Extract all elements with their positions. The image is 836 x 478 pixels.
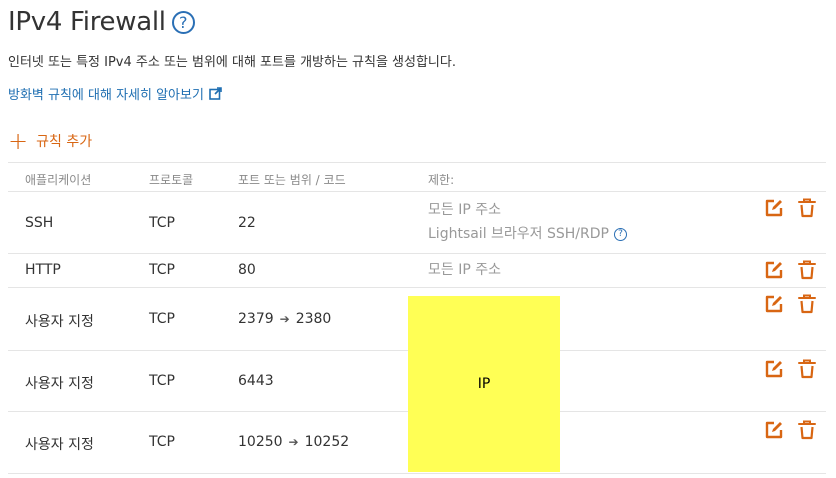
arrow-right-icon: ➔ — [288, 435, 299, 449]
port-cell: 6443 — [238, 373, 274, 389]
help-icon[interactable]: ? — [613, 227, 627, 241]
column-header-application: 애플리케이션 — [25, 173, 92, 187]
table-row: HTTP TCP 80 모든 IP 주소 — [8, 254, 826, 288]
column-header-protocol: 프로토콜 — [149, 173, 194, 187]
protocol-cell: TCP — [149, 311, 175, 327]
application-cell: 사용자 지정 — [25, 437, 94, 453]
row-actions — [764, 260, 817, 280]
page-header: IPv4 Firewall ? — [8, 4, 195, 40]
page-title: IPv4 Firewall — [8, 7, 166, 37]
redaction-label: IP — [477, 376, 491, 392]
port-cell: 22 — [238, 215, 256, 231]
trash-icon[interactable] — [797, 420, 817, 440]
application-cell: SSH — [25, 215, 54, 231]
protocol-cell: TCP — [149, 373, 175, 389]
page-description: 인터넷 또는 특정 IPv4 주소 또는 범위에 대해 포트를 개방하는 규칙을… — [8, 55, 456, 70]
learn-more-label[interactable]: 방화벽 규칙에 대해 자세히 알아보기 — [8, 84, 204, 103]
restrict-line: 모든 IP 주소 — [428, 202, 501, 218]
restrict-cell: 모든 IP 주소 — [428, 258, 501, 282]
protocol-cell: TCP — [149, 262, 175, 278]
application-cell: HTTP — [25, 262, 61, 278]
edit-icon[interactable] — [764, 420, 784, 440]
port-cell: 2379 ➔ 2380 — [238, 311, 331, 327]
trash-icon[interactable] — [797, 198, 817, 218]
edit-icon[interactable] — [764, 198, 784, 218]
port-end: 10252 — [304, 434, 350, 450]
restrict-browser-label: Lightsail 브라우저 SSH/RDP — [428, 226, 609, 242]
port-start: 2379 — [238, 311, 274, 327]
row-actions — [764, 294, 817, 314]
restrict-line: 모든 IP 주소 — [428, 262, 501, 278]
table-header: 애플리케이션 프로토콜 포트 또는 범위 / 코드 제한: — [8, 162, 826, 192]
plus-icon: + — [8, 127, 29, 155]
trash-icon[interactable] — [797, 359, 817, 379]
port-cell: 10250 ➔ 10252 — [238, 434, 349, 450]
application-cell: 사용자 지정 — [25, 376, 94, 392]
restrict-cell: 모든 IP 주소 Lightsail 브라우저 SSH/RDP ? — [428, 198, 627, 246]
port-end: 2380 — [295, 311, 332, 327]
redaction-overlay: IP — [408, 296, 560, 472]
help-icon[interactable]: ? — [171, 10, 195, 34]
table-row: SSH TCP 22 모든 IP 주소 Lightsail 브라우저 SSH/R… — [8, 192, 826, 254]
trash-icon[interactable] — [797, 294, 817, 314]
application-cell: 사용자 지정 — [25, 314, 94, 330]
learn-more-link[interactable]: 방화벽 규칙에 대해 자세히 알아보기 — [8, 84, 222, 103]
row-actions — [764, 359, 817, 379]
edit-icon[interactable] — [764, 260, 784, 280]
edit-icon[interactable] — [764, 294, 784, 314]
edit-icon[interactable] — [764, 359, 784, 379]
add-rule-button[interactable]: + 규칙 추가 — [8, 127, 93, 155]
protocol-cell: TCP — [149, 434, 175, 450]
arrow-right-icon: ➔ — [279, 312, 290, 326]
add-rule-label: 규칙 추가 — [36, 134, 93, 150]
trash-icon[interactable] — [797, 260, 817, 280]
row-actions — [764, 198, 817, 218]
column-header-restrict: 제한: — [428, 173, 455, 187]
column-header-port: 포트 또는 범위 / 코드 — [238, 173, 346, 187]
restrict-line-browser: Lightsail 브라우저 SSH/RDP ? — [428, 222, 627, 246]
external-link-icon — [209, 87, 222, 100]
port-cell: 80 — [238, 262, 256, 278]
port-start: 10250 — [238, 434, 283, 450]
row-actions — [764, 420, 817, 440]
protocol-cell: TCP — [149, 215, 175, 231]
